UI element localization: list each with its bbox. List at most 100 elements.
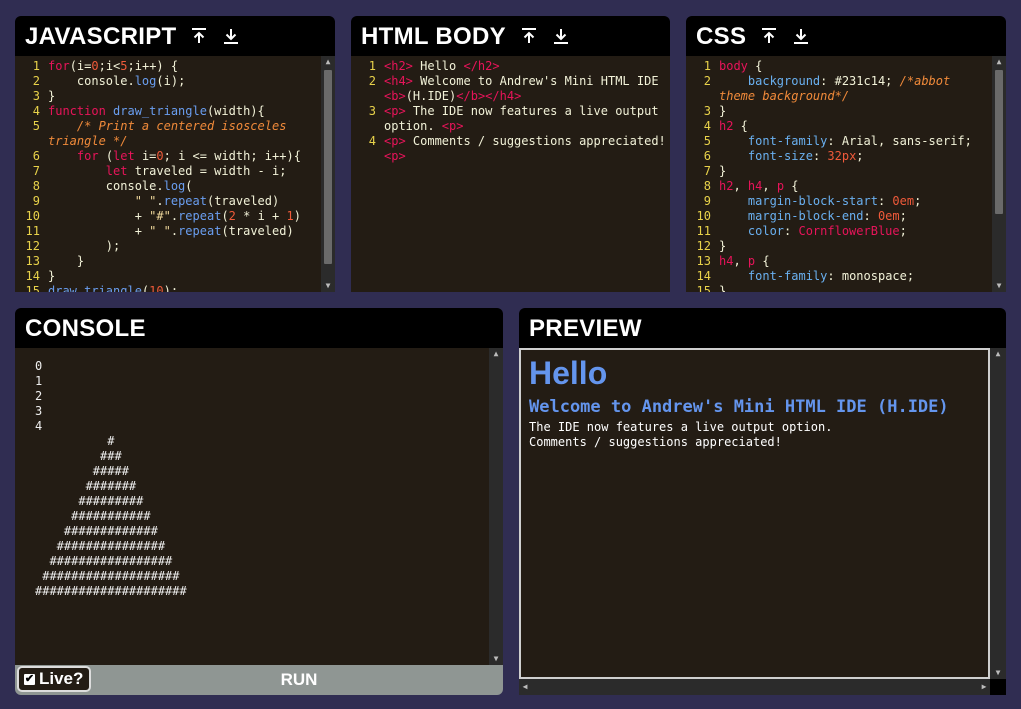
code-line[interactable]: 1 body {	[686, 59, 992, 74]
code-line[interactable]: 8 console.log(	[15, 179, 321, 194]
code-text[interactable]: }	[719, 239, 992, 254]
code-text[interactable]: console.log(	[48, 179, 321, 194]
code-line[interactable]: 7 let traveled = width - i;	[15, 164, 321, 179]
code-line[interactable]: 2 <h4> Welcome to Andrew's Mini HTML IDE …	[351, 74, 670, 104]
code-line[interactable]: 11 + " ".repeat(traveled)	[15, 224, 321, 239]
code-line[interactable]: 1 <h2> Hello </h2>	[351, 59, 670, 74]
code-line[interactable]: 4 function draw_triangle(width){	[15, 104, 321, 119]
code-text[interactable]: function draw_triangle(width){	[48, 104, 321, 119]
scroll-down-icon[interactable]: ▼	[992, 280, 1006, 292]
scroll-up-icon[interactable]: ▲	[489, 348, 503, 360]
code-line[interactable]: 10 margin-block-end: 0em;	[686, 209, 992, 224]
code-text[interactable]: + "#".repeat(2 * i + 1)	[48, 209, 321, 224]
scroll-down-icon[interactable]: ▼	[489, 653, 503, 665]
code-line[interactable]: 8 h2, h4, p {	[686, 179, 992, 194]
code-text[interactable]: h4, p {	[719, 254, 992, 269]
preview-vertical-scrollbar[interactable]: ▲ ▼	[990, 348, 1006, 679]
preview-area[interactable]: Hello Welcome to Andrew's Mini HTML IDE …	[519, 348, 1006, 695]
code-line[interactable]: 3}	[686, 104, 992, 119]
download-icon[interactable]	[222, 27, 240, 45]
code-text[interactable]: color: CornflowerBlue;	[719, 224, 992, 239]
upload-icon[interactable]	[760, 27, 778, 45]
code-line[interactable]: 14}	[15, 269, 321, 284]
code-text[interactable]: font-family: Arial, sans-serif;	[719, 134, 992, 149]
html-body-code[interactable]: 1 <h2> Hello </h2> 2 <h4> Welcome to Andrew…	[351, 59, 670, 292]
javascript-code[interactable]: 1 for(i=0;i<5;i++) {2 console.log(i); 3} 4 f…	[15, 59, 321, 292]
code-line[interactable]: 11 color: CornflowerBlue;	[686, 224, 992, 239]
css-scrollbar[interactable]: ▲ ▼	[992, 56, 1006, 292]
scroll-down-icon[interactable]: ▼	[321, 280, 335, 292]
code-text[interactable]: + " ".repeat(traveled)	[48, 224, 321, 239]
preview-frame[interactable]: Hello Welcome to Andrew's Mini HTML IDE …	[519, 348, 990, 679]
code-text[interactable]: for(i=0;i<5;i++) {	[48, 59, 321, 74]
upload-icon[interactable]	[190, 27, 208, 45]
code-text[interactable]: font-size: 32px;	[719, 149, 992, 164]
javascript-scrollbar[interactable]: ▲ ▼	[321, 56, 335, 292]
code-text[interactable]: draw_triangle(10);	[48, 284, 321, 292]
code-line[interactable]: 5 font-family: Arial, sans-serif;	[686, 134, 992, 149]
code-line[interactable]: 7}	[686, 164, 992, 179]
code-line[interactable]: 13 }	[15, 254, 321, 269]
javascript-editor[interactable]: 1 for(i=0;i<5;i++) {2 console.log(i); 3} 4 f…	[15, 56, 335, 292]
scroll-up-icon[interactable]: ▲	[992, 56, 1006, 68]
code-line[interactable]: 6 for (let i=0; i <= width; i++){	[15, 149, 321, 164]
code-line[interactable]: 3 <p> The IDE now features a live output …	[351, 104, 670, 134]
live-checkbox[interactable]: ✔	[24, 673, 35, 685]
code-text[interactable]: <p> The IDE now features a live output o…	[384, 104, 670, 134]
live-toggle[interactable]: ✔ Live?	[17, 666, 91, 692]
code-text[interactable]: h2, h4, p {	[719, 179, 992, 194]
console-output-area[interactable]: 0 1 2 3 4 # ### ##### ####### ######### …	[15, 348, 503, 665]
code-text[interactable]: h2 {	[719, 119, 992, 134]
console-scrollbar[interactable]: ▲ ▼	[489, 348, 503, 665]
code-line[interactable]: 15 draw_triangle(10);	[15, 284, 321, 292]
run-button[interactable]: RUN	[95, 665, 503, 695]
scroll-thumb[interactable]	[995, 70, 1003, 214]
code-text[interactable]: }	[719, 164, 992, 179]
code-line[interactable]: 9 margin-block-start: 0em;	[686, 194, 992, 209]
code-line[interactable]: 12 );	[15, 239, 321, 254]
code-line[interactable]: 4 <p> Comments / suggestions appreciated!…	[351, 134, 670, 164]
upload-icon[interactable]	[520, 27, 538, 45]
code-text[interactable]: console.log(i);	[48, 74, 321, 89]
code-line[interactable]: 10 + "#".repeat(2 * i + 1)	[15, 209, 321, 224]
code-line[interactable]: 1 for(i=0;i<5;i++) {	[15, 59, 321, 74]
code-text[interactable]: );	[48, 239, 321, 254]
code-text[interactable]: body {	[719, 59, 992, 74]
code-text[interactable]: }	[48, 269, 321, 284]
code-line[interactable]: 13 h4, p {	[686, 254, 992, 269]
code-line[interactable]: 2 background: #231c14; /*abbot theme bac…	[686, 74, 992, 104]
preview-horizontal-scrollbar[interactable]: ◀ ▶	[519, 679, 990, 695]
code-line[interactable]: 12}	[686, 239, 992, 254]
css-code[interactable]: 1 body {2 background: #231c14; /*abbot th…	[686, 59, 992, 292]
code-text[interactable]: font-family: monospace;	[719, 269, 992, 284]
code-text[interactable]: <h4> Welcome to Andrew's Mini HTML IDE <…	[384, 74, 670, 104]
scroll-up-icon[interactable]: ▲	[990, 348, 1006, 360]
scroll-left-icon[interactable]: ◀	[519, 679, 531, 695]
download-icon[interactable]	[792, 27, 810, 45]
download-icon[interactable]	[552, 27, 570, 45]
code-text[interactable]: let traveled = width - i;	[48, 164, 321, 179]
code-text[interactable]: }	[719, 104, 992, 119]
code-line[interactable]: 9 " ".repeat(traveled)	[15, 194, 321, 209]
code-text[interactable]: for (let i=0; i <= width; i++){	[48, 149, 321, 164]
code-line[interactable]: 4 h2 {	[686, 119, 992, 134]
code-line[interactable]: 6 font-size: 32px;	[686, 149, 992, 164]
code-text[interactable]: <h2> Hello </h2>	[384, 59, 670, 74]
code-line[interactable]: 15}	[686, 284, 992, 292]
css-editor[interactable]: 1 body {2 background: #231c14; /*abbot th…	[686, 56, 1006, 292]
code-text[interactable]: margin-block-end: 0em;	[719, 209, 992, 224]
code-line[interactable]: 5 /* Print a centered isosceles triangle…	[15, 119, 321, 149]
code-text[interactable]: " ".repeat(traveled)	[48, 194, 321, 209]
scroll-up-icon[interactable]: ▲	[321, 56, 335, 68]
code-line[interactable]: 2 console.log(i);	[15, 74, 321, 89]
scroll-thumb[interactable]	[324, 70, 332, 264]
code-line[interactable]: 3}	[15, 89, 321, 104]
scroll-right-icon[interactable]: ▶	[978, 679, 990, 695]
code-line[interactable]: 14 font-family: monospace;	[686, 269, 992, 284]
scroll-down-icon[interactable]: ▼	[990, 667, 1006, 679]
code-text[interactable]: background: #231c14; /*abbot theme backg…	[719, 74, 992, 104]
code-text[interactable]: margin-block-start: 0em;	[719, 194, 992, 209]
code-text[interactable]: }	[48, 89, 321, 104]
code-text[interactable]: }	[719, 284, 992, 292]
code-text[interactable]: /* Print a centered isosceles triangle *…	[48, 119, 321, 149]
